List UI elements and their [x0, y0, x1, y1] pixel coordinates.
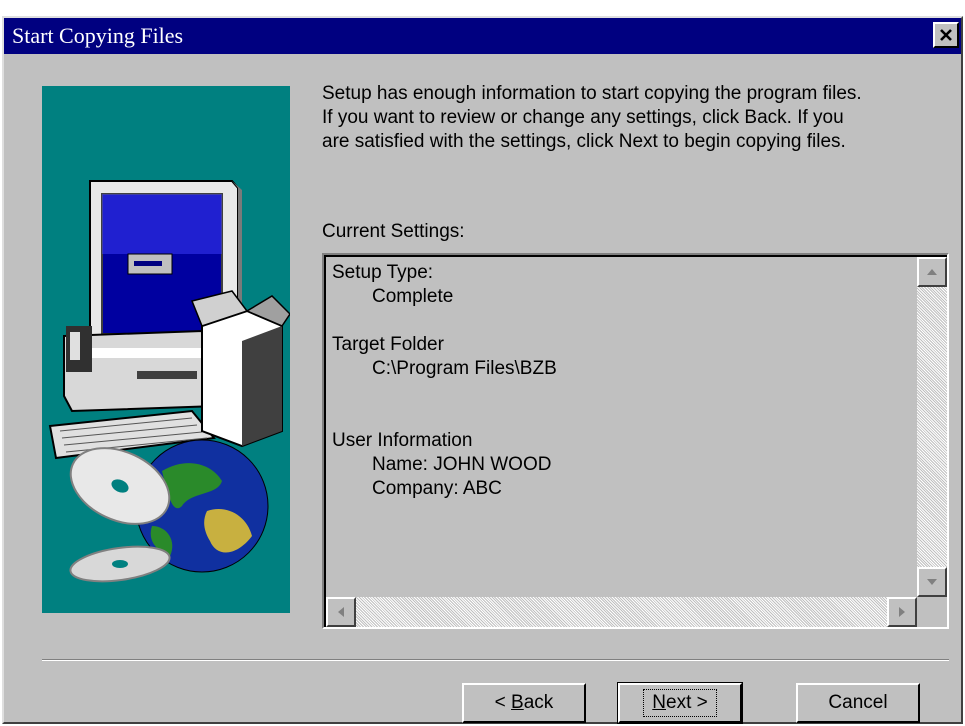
target-folder-label: Target Folder [332, 334, 444, 355]
back-button[interactable]: < Back [462, 683, 586, 723]
cancel-button[interactable]: Cancel [796, 683, 920, 723]
setup-computer-illustration [42, 86, 291, 613]
next-mnemonic: N [652, 692, 666, 713]
description-line: are satisfied with the settings, click N… [322, 131, 846, 152]
description-line: Setup has enough information to start co… [322, 83, 862, 104]
title-bar: Start Copying Files [4, 18, 961, 54]
arrow-up-icon [927, 269, 937, 275]
settings-content: Setup Type: Complete Target Folder C:\Pr… [332, 261, 557, 501]
scroll-right-button[interactable] [887, 597, 917, 627]
back-mnemonic: B [511, 692, 524, 713]
vertical-scrollbar[interactable] [917, 257, 947, 597]
arrow-down-icon [927, 579, 937, 585]
close-icon [940, 29, 952, 41]
setup-type-value: Complete [372, 286, 454, 307]
close-button[interactable] [933, 22, 959, 48]
separator-line [42, 659, 949, 661]
settings-listbox[interactable]: Setup Type: Complete Target Folder C:\Pr… [322, 253, 949, 629]
arrow-right-icon [899, 607, 905, 617]
arrow-left-icon [338, 607, 344, 617]
user-info-label: User Information [332, 430, 473, 451]
scroll-down-button[interactable] [917, 567, 947, 597]
scroll-left-button[interactable] [326, 597, 356, 627]
horizontal-scrollbar[interactable] [326, 597, 917, 627]
setup-dialog: Start Copying Files Setup has enough inf… [2, 16, 963, 724]
back-rest: ack [523, 692, 554, 713]
scroll-corner [917, 597, 947, 627]
setup-type-label: Setup Type: [332, 262, 434, 283]
description-text: Setup has enough information to start co… [322, 82, 952, 154]
back-prefix: < [494, 692, 512, 713]
window-title: Start Copying Files [12, 23, 184, 48]
next-rest: ext > [666, 692, 708, 713]
scroll-up-button[interactable] [917, 257, 947, 287]
description-line: If you want to review or change any sett… [322, 107, 844, 128]
user-name-value: Name: JOHN WOOD [372, 454, 552, 475]
current-settings-label: Current Settings: [322, 221, 465, 242]
company-value: Company: ABC [372, 478, 502, 499]
target-folder-value: C:\Program Files\BZB [372, 358, 557, 379]
next-button[interactable]: Next > [617, 682, 743, 724]
next-focus-rect: Next > [643, 689, 717, 717]
